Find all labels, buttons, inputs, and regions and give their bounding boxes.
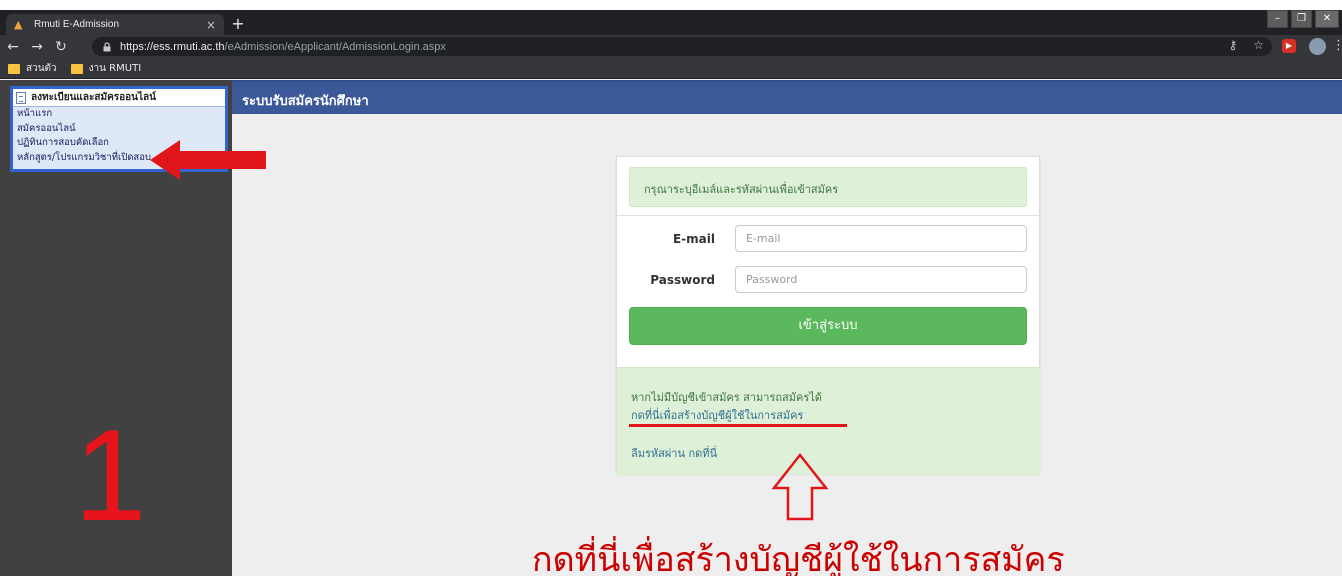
url-host: https://ess.rmuti.ac.th (120, 40, 225, 53)
minimize-icon[interactable]: – (1267, 10, 1288, 28)
email-input[interactable] (735, 225, 1027, 252)
bookmark-label: งาน RMUTI (88, 63, 142, 74)
forgot-password-link[interactable]: ลืมรหัสผ่าน กดที่นี่ (631, 444, 717, 462)
sidebar-menu-header: ลงทะเบียนและสมัครออนไลน์ (13, 89, 225, 107)
browser-tab[interactable]: ▲ Rmuti E-Admission × (6, 14, 224, 35)
instruction-text: กรุณาระบุอีเมล์และรหัสผ่านเพื่อเข้าสมัคร (644, 183, 839, 196)
flame-favicon-icon: ▲ (14, 17, 23, 31)
instruction-caption-annotation: กดที่นี่เพื่อสร้างบัญชีผู้ใช้ในการสมัคร (532, 540, 1065, 576)
address-bar[interactable]: https://ess.rmuti.ac.th/eAdmission/eAppl… (92, 37, 1272, 56)
red-underline-annotation (629, 424, 847, 427)
tab-title: Rmuti E-Admission (34, 19, 120, 30)
red-outline-arrow-up-icon (771, 452, 829, 521)
document-icon (16, 91, 26, 104)
bookmark-label: สวนตัว (26, 63, 57, 74)
close-window-icon[interactable]: ✕ (1315, 10, 1339, 28)
tab-strip: ▲ Rmuti E-Admission × + – ❐ ✕ (0, 10, 1342, 35)
url-path: /eAdmission/eApplicant/AdmissionLogin.as… (224, 40, 446, 53)
password-label: Password (650, 273, 715, 287)
reload-icon[interactable]: ↻ (50, 37, 72, 57)
login-panel: กรุณาระบุอีเมล์และรหัสผ่านเพื่อเข้าสมัคร… (616, 156, 1041, 475)
screen: ▲ Rmuti E-Admission × + – ❐ ✕ ← → ↻ http… (0, 10, 1342, 576)
browser-toolbar: ← → ↻ https://ess.rmuti.ac.th/eAdmission… (0, 35, 1342, 59)
folder-icon (8, 63, 20, 74)
password-input[interactable] (735, 266, 1027, 293)
back-arrow-icon[interactable]: ← (2, 37, 24, 57)
instruction-alert: กรุณาระบุอีเมล์และรหัสผ่านเพื่อเข้าสมัคร (629, 167, 1027, 207)
sidebar-item-home[interactable]: หน้าแรก (13, 107, 225, 122)
new-tab-button[interactable]: + (228, 14, 248, 34)
tab-close-icon[interactable]: × (202, 18, 220, 32)
page-title: ระบบรับสมัครนักศึกษา (242, 94, 369, 109)
bookmarks-bar: สวนตัว งาน RMUTI (0, 59, 1342, 79)
lock-icon (103, 41, 111, 51)
web-page: ลงทะเบียนและสมัครออนไลน์ หน้าแรก สมัครออ… (0, 80, 1342, 576)
bookmark-personal[interactable]: สวนตัว (8, 61, 57, 76)
profile-avatar[interactable] (1309, 38, 1326, 55)
divider (617, 215, 1041, 216)
step-number-annotation: 1 (74, 402, 147, 548)
no-account-text: หากไม่มีบัญชีเข้าสมัคร สามารถสมัครได้ (631, 391, 822, 404)
extension-icon[interactable]: ▶ (1282, 39, 1296, 53)
red-arrow-left-icon (150, 140, 266, 180)
folder-icon (70, 63, 83, 74)
window-controls: – ❐ ✕ (1267, 10, 1342, 30)
sidebar-menu-title: ลงทะเบียนและสมัครออนไลน์ (31, 92, 156, 103)
key-icon[interactable]: ⚷ (1228, 38, 1237, 52)
email-label: E-mail (672, 232, 715, 246)
star-icon[interactable]: ☆ (1253, 38, 1264, 52)
forward-arrow-icon[interactable]: → (26, 37, 48, 57)
bookmark-rmuti[interactable]: งาน RMUTI (70, 61, 142, 76)
restore-icon[interactable]: ❐ (1291, 10, 1312, 28)
create-account-link[interactable]: กดที่นี่เพื่อสร้างบัญชีผู้ใช้ในการสมัคร (631, 406, 803, 424)
sidebar-item-apply-online[interactable]: สมัครออนไลน์ (13, 122, 225, 137)
page-header: ระบบรับสมัครนักศึกษา (232, 80, 1342, 114)
kebab-menu-icon[interactable]: ⋮ (1332, 38, 1342, 53)
login-button[interactable]: เข้าสู่ระบบ (629, 307, 1027, 345)
